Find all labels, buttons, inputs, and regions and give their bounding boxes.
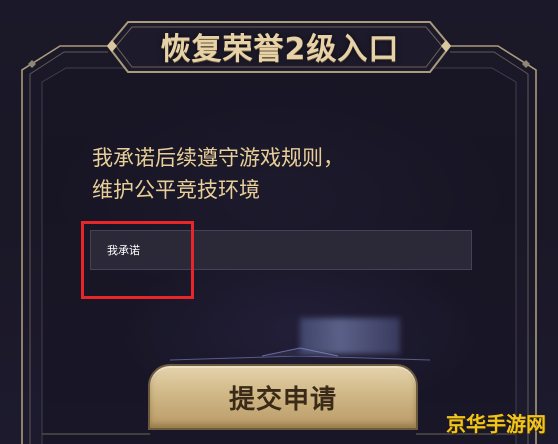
pledge-text: 我承诺后续遵守游戏规则， 维护公平竞技环境 xyxy=(92,142,344,206)
blurred-region xyxy=(300,318,400,354)
banner-title: 恢复荣誉2级入口 xyxy=(160,32,400,67)
restore-honor-page: 恢复荣誉2级入口 我承诺后续遵守游戏规则， 维护公平竞技环境 提交申请 京华手游… xyxy=(0,0,558,444)
pledge-line-2: 维护公平竞技环境 xyxy=(92,178,260,202)
pledge-line-1: 我承诺后续遵守游戏规则， xyxy=(92,146,344,170)
watermark: 京华手游网 xyxy=(446,412,546,436)
red-highlight-box xyxy=(81,221,194,299)
submit-application-button[interactable]: 提交申请 xyxy=(150,366,416,428)
